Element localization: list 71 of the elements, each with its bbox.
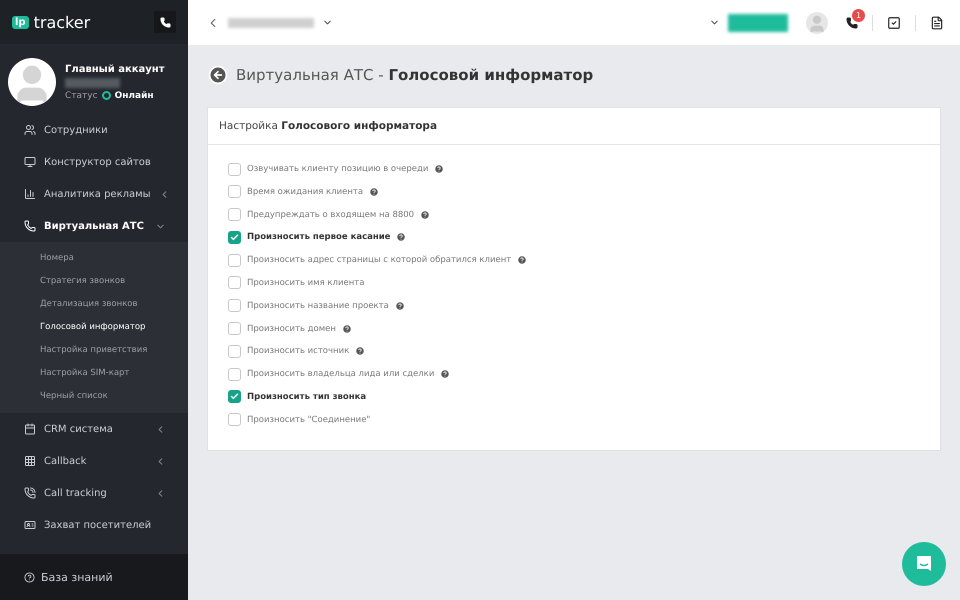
account-name: Главный аккаунт xyxy=(65,64,165,74)
menu-item[interactable]: Аналитика рекламы xyxy=(0,178,188,210)
option-label: Произносить тип звонка xyxy=(247,392,366,402)
phone-call-icon xyxy=(24,487,36,499)
phone-icon xyxy=(160,16,170,28)
option-label: Произносить источник xyxy=(247,346,350,356)
phone-icon xyxy=(24,220,36,232)
grid-icon xyxy=(24,455,36,467)
option-label: Произносить имя клиента xyxy=(247,278,364,288)
status-label: Статус xyxy=(65,90,98,100)
page-title: Виртуальная АТС - Голосовой информатор xyxy=(236,66,594,84)
menu-item[interactable]: Конструктор сайтов xyxy=(0,146,188,178)
check-icon xyxy=(230,392,239,402)
knowledge-base-link[interactable]: База знаний xyxy=(0,554,188,600)
phone-button[interactable] xyxy=(154,11,176,33)
submenu-item[interactable]: Черный список xyxy=(0,384,188,407)
menu-item[interactable]: Виртуальная АТС xyxy=(0,210,188,242)
notification-badge: 1 xyxy=(852,8,865,22)
help-icon xyxy=(24,572,35,582)
menu-item[interactable]: Сотрудники xyxy=(0,114,188,146)
tasks-icon[interactable] xyxy=(887,16,901,30)
user-avatar[interactable] xyxy=(806,12,828,34)
checkbox[interactable] xyxy=(228,413,241,426)
card-title: Настройка Голосового информатора xyxy=(208,108,940,145)
option-label: Предупреждать о входящем на 8800 xyxy=(247,210,414,220)
menu-item[interactable]: Call tracking xyxy=(0,477,188,509)
users-icon xyxy=(24,124,36,136)
blurred-email xyxy=(65,78,120,88)
checkbox[interactable] xyxy=(228,185,241,198)
submenu-item[interactable]: Настройка приветствия xyxy=(0,338,188,361)
submenu-item[interactable]: Детализация звонков xyxy=(0,292,188,315)
monitor-icon xyxy=(24,156,36,168)
option-label: Произносить "Соединение" xyxy=(247,414,370,425)
checkbox[interactable] xyxy=(228,208,241,222)
calendar-icon xyxy=(24,423,36,435)
submenu-item[interactable]: Номера xyxy=(0,246,188,269)
submenu-item[interactable]: Стратегия звонков xyxy=(0,269,188,292)
option-label: Произносить первое касание xyxy=(247,232,390,242)
checkbox[interactable] xyxy=(228,322,241,336)
chat-icon xyxy=(914,554,934,574)
option-label: Произносить название проекта xyxy=(247,300,389,311)
submenu-item[interactable]: Голосовой информатор xyxy=(0,315,188,338)
option-label: Произносить владельца лида или сделки xyxy=(247,369,434,380)
checkbox[interactable] xyxy=(228,230,241,244)
menu-item[interactable]: Callback xyxy=(0,445,188,477)
checkbox[interactable] xyxy=(228,344,241,358)
menu-item[interactable]: Захват посетителей xyxy=(0,509,188,541)
status-value: Онлайн xyxy=(114,90,154,100)
avatar xyxy=(8,58,56,106)
checkbox[interactable] xyxy=(228,162,241,176)
checkbox[interactable] xyxy=(228,276,241,290)
blurred-balance xyxy=(728,14,788,32)
option-label: Произносить адрес страницы с которой обратился клиент xyxy=(247,255,512,266)
back-circle-icon[interactable] xyxy=(208,65,228,85)
check-icon xyxy=(230,232,239,242)
option-label: Время ожидания клиента xyxy=(247,186,364,197)
logo-badge: lp xyxy=(12,16,29,28)
menu-item[interactable]: CRM система xyxy=(0,413,188,445)
checkbox[interactable] xyxy=(228,368,241,381)
option-label: Озвучивать клиенту позицию в очереди xyxy=(247,164,428,174)
chat-button[interactable] xyxy=(902,542,946,586)
option-label: Произносить домен xyxy=(247,324,336,334)
bar-chart-icon xyxy=(24,188,36,200)
document-icon[interactable] xyxy=(930,16,944,30)
submenu-item[interactable]: Настройка SIM-карт xyxy=(0,361,188,384)
checkbox[interactable] xyxy=(228,254,241,267)
id-card-icon xyxy=(24,519,36,531)
phone-icon[interactable] xyxy=(846,16,858,28)
checkbox[interactable] xyxy=(228,390,241,404)
checkbox[interactable] xyxy=(228,299,241,312)
logo-text: tracker xyxy=(34,12,90,32)
